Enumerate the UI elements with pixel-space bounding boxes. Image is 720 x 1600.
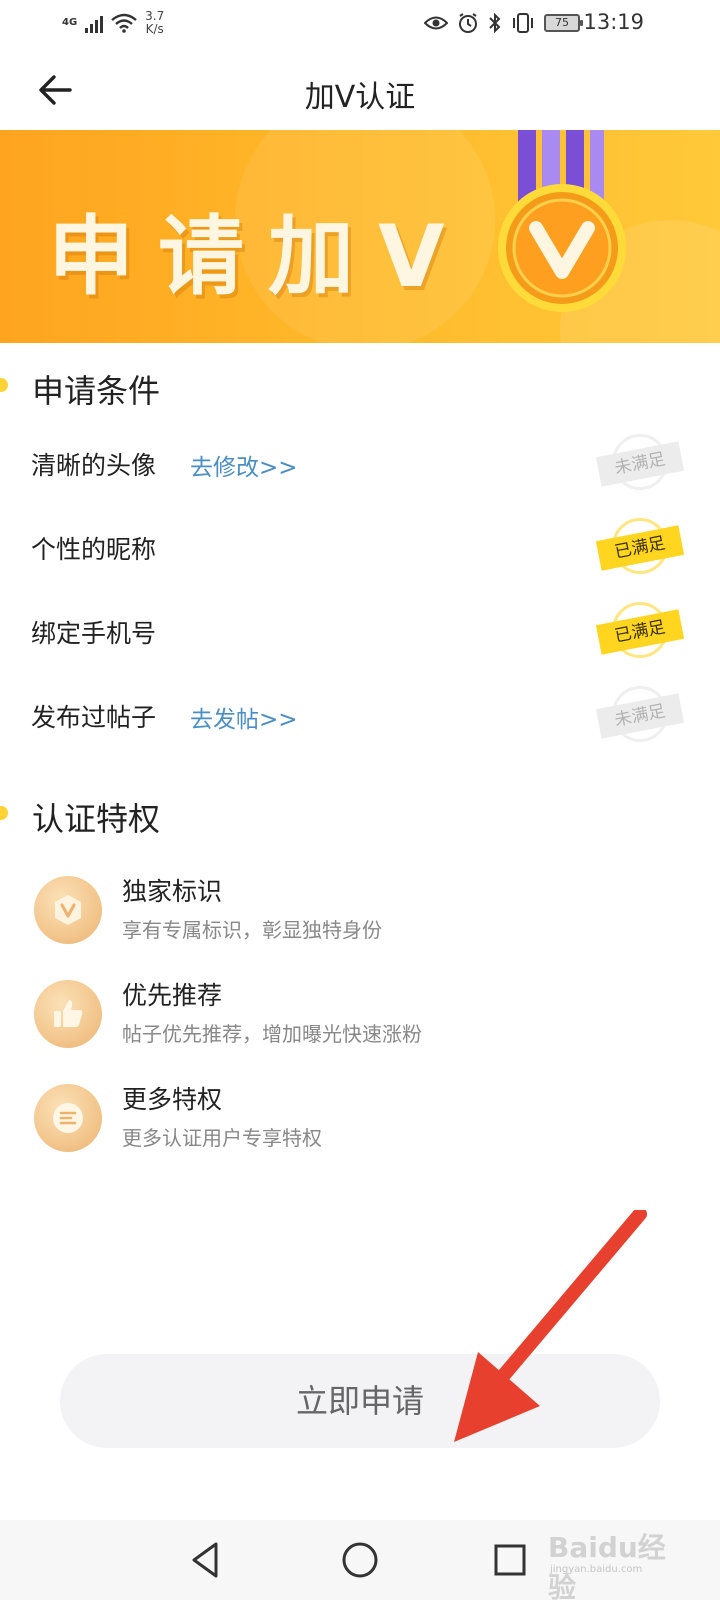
baidu-watermark: Baidu经验 jingyan.baidu.com xyxy=(548,1516,688,1600)
condition-row-phone: 绑定手机号 已满足 xyxy=(0,600,720,660)
go-post-link[interactable]: 去发帖>> xyxy=(190,700,298,734)
network-type: 4G xyxy=(62,17,78,28)
signal-icon xyxy=(85,13,104,33)
nav-recents-icon[interactable] xyxy=(486,1536,534,1584)
wifi-icon xyxy=(111,13,137,33)
speed-unit: K/s xyxy=(145,22,164,36)
watermark-text: Baidu经验 xyxy=(548,1531,666,1600)
condition-row-avatar: 清晰的头像 去修改>> 未满足 xyxy=(0,432,720,492)
status-icons: 75 xyxy=(424,12,583,34)
edit-avatar-link[interactable]: 去修改>> xyxy=(190,448,298,482)
vibrate-icon xyxy=(513,13,533,33)
condition-row-post: 发布过帖子 去发帖>> 未满足 xyxy=(0,684,720,744)
status-stamp-met: 已满足 xyxy=(595,518,685,576)
condition-label: 发布过帖子 xyxy=(31,703,157,732)
alarm-icon xyxy=(459,13,477,33)
condition-label: 绑定手机号 xyxy=(31,619,157,648)
eye-icon xyxy=(424,16,448,30)
status-stamp-unmet: 未满足 xyxy=(595,434,685,492)
privilege-desc: 享有专属标识，彰显独特身份 xyxy=(122,918,382,942)
section-dot xyxy=(0,806,8,820)
status-stamp-met: 已满足 xyxy=(595,602,685,660)
privilege-desc: 帖子优先推荐，增加曝光快速涨粉 xyxy=(122,1022,422,1046)
condition-label: 个性的昵称 xyxy=(31,535,157,564)
watermark-sub: jingyan.baidu.com xyxy=(550,1564,643,1575)
privilege-name: 独家标识 xyxy=(122,877,223,906)
conditions-title: 申请条件 xyxy=(32,372,161,410)
page-title: 加V认证 xyxy=(304,80,416,115)
privilege-item: 独家标识 享有专属标识，彰显独特身份 xyxy=(0,872,720,962)
clock: 13:19 xyxy=(583,10,644,34)
condition-label: 清晰的头像 xyxy=(31,451,157,480)
bluetooth-icon xyxy=(489,12,501,34)
privilege-desc: 更多认证用户专享特权 xyxy=(122,1126,322,1150)
app-header: 加V认证 xyxy=(0,48,720,130)
status-stamp-unmet: 未满足 xyxy=(595,686,685,744)
privilege-name: 优先推荐 xyxy=(122,981,223,1010)
v-medal-icon xyxy=(498,130,626,312)
annotation-arrow-icon xyxy=(454,1210,647,1442)
thumbs-up-icon xyxy=(34,980,102,1048)
battery-icon: 75 xyxy=(544,14,583,32)
privilege-name: 更多特权 xyxy=(122,1085,223,1114)
promo-banner: 申请加V xyxy=(0,130,720,343)
section-dot xyxy=(0,378,8,392)
more-lines-icon xyxy=(34,1084,102,1152)
network-speed: 3.7 K/s xyxy=(145,10,164,36)
privileges-title: 认证特权 xyxy=(32,800,161,838)
status-left: 4G 3.7 K/s xyxy=(62,10,164,36)
nav-home-icon[interactable] xyxy=(336,1536,384,1584)
privilege-item: 更多特权 更多认证用户专享特权 xyxy=(0,1080,720,1170)
privilege-item: 优先推荐 帖子优先推荐，增加曝光快速涨粉 xyxy=(0,976,720,1066)
condition-row-nickname: 个性的昵称 已满足 xyxy=(0,516,720,576)
nav-back-icon[interactable] xyxy=(182,1536,230,1584)
status-bar: 4G 3.7 K/s 75 13:19 xyxy=(0,0,720,48)
v-badge-icon xyxy=(34,876,102,944)
banner-title: 申请加V xyxy=(48,207,469,307)
